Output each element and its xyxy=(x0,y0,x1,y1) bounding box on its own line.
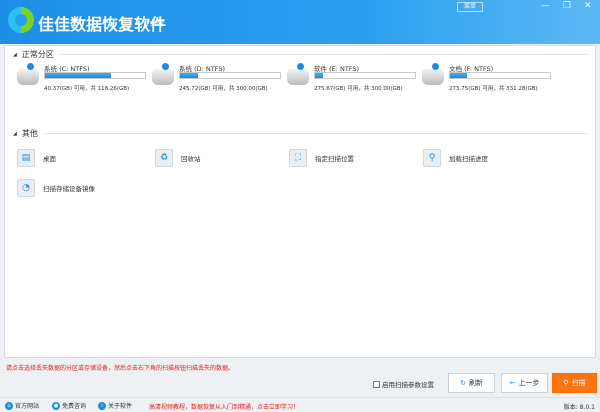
title-bar: 佳佳数据恢复软件 专业版 菜单 — ❐ ✕ xyxy=(0,0,600,44)
drive-item[interactable]: 文档 (F: NTFS) 273.75(GB) 可用，共 331.28(GB) xyxy=(422,63,552,97)
partitions-header[interactable]: ◢ 正常分区 xyxy=(13,49,588,60)
search-icon: ⚲ xyxy=(563,379,569,387)
tutorial-promo-link[interactable]: 高清视频教程，数据恢复从入门到精通，点击立即学习！ xyxy=(149,402,299,411)
version-label: 版本: 8.0.1 xyxy=(563,404,595,411)
arrow-left-icon: ← xyxy=(509,379,516,387)
other-item[interactable]: ♻ 回收站 xyxy=(155,149,201,167)
disk-image-icon: ◔ xyxy=(17,179,35,197)
recycle-bin-icon: ♻ xyxy=(155,149,173,167)
drive-capacity: 273.75(GB) 可用，共 331.28(GB) xyxy=(449,86,538,92)
close-button[interactable]: ✕ xyxy=(584,1,592,11)
menu-button[interactable]: 菜单 xyxy=(457,2,483,12)
collapse-triangle-icon: ◢ xyxy=(13,51,17,58)
app-logo-icon xyxy=(8,7,34,33)
refresh-button[interactable]: ↻ 刷新 xyxy=(448,373,495,393)
drive-item[interactable]: 系统 (D: NTFS) 245.72(GB) 可用，共 300.00(GB) xyxy=(152,63,282,97)
other-item[interactable]: ⚲ 加载扫描进度 xyxy=(423,149,488,167)
about-link[interactable]: i 关于软件 xyxy=(98,401,132,410)
drive-usage-bar xyxy=(314,72,416,79)
drive-capacity: 40.37(GB) 可用，共 118.26(GB) xyxy=(44,86,130,92)
folder-scan-icon: ⛶ xyxy=(289,149,307,167)
footer: ⌂ 官方网站 ● 免费咨询 i 关于软件 高清视频教程，数据恢复从入门到精通，点击立即… xyxy=(0,397,600,412)
drive-item[interactable]: 系统 (C: NTFS) 40.37(GB) 可用，共 118.26(GB) xyxy=(17,63,147,97)
advanced-settings-checkbox[interactable]: 启用扫描参数设置 xyxy=(373,379,434,389)
official-site-link[interactable]: ⌂ 官方网站 xyxy=(5,401,39,410)
hard-drive-icon xyxy=(422,63,444,85)
info-icon: i xyxy=(98,401,106,410)
chat-icon: ● xyxy=(52,401,60,410)
others-header[interactable]: ◢ 其他 xyxy=(13,128,588,139)
load-progress-icon: ⚲ xyxy=(423,149,441,167)
refresh-icon: ↻ xyxy=(460,379,466,387)
back-button[interactable]: ← 上一步 xyxy=(501,373,548,393)
minimize-button[interactable]: — xyxy=(541,1,550,11)
drive-item[interactable]: 软件 (E: NTFS) 275.67(GB) 可用，共 300.00(GB) xyxy=(287,63,417,97)
other-item[interactable]: ◔ 扫描存储设备镜像 xyxy=(17,179,95,197)
drive-capacity: 245.72(GB) 可用，共 300.00(GB) xyxy=(179,86,268,92)
hard-drive-icon xyxy=(17,63,39,85)
drive-usage-bar xyxy=(44,72,146,79)
drive-capacity: 275.67(GB) 可用，共 300.00(GB) xyxy=(314,86,403,92)
drive-usage-bar xyxy=(449,72,551,79)
restore-button[interactable]: ❐ xyxy=(563,1,571,11)
drive-usage-bar xyxy=(179,72,281,79)
scan-button[interactable]: ⚲ 扫描 xyxy=(552,373,597,393)
other-item[interactable]: ⛶ 指定扫描位置 xyxy=(289,149,354,167)
hard-drive-icon xyxy=(287,63,309,85)
home-icon: ⌂ xyxy=(5,401,13,410)
free-consult-link[interactable]: ● 免费咨询 xyxy=(52,401,86,410)
collapse-triangle-icon: ◢ xyxy=(13,130,17,137)
app-edition: 专业版 xyxy=(143,19,164,27)
main-panel: ◢ 正常分区 系统 (C: NTFS) 40.37(GB) 可用，共 118.26… xyxy=(4,45,596,358)
desktop-icon: ▤ xyxy=(17,149,35,167)
other-item[interactable]: ▤ 桌面 xyxy=(17,149,56,167)
hard-drive-icon xyxy=(152,63,174,85)
hint-text: 请点击选择丢失数据的分区或存储设备，然后点击右下角的扫描按钮扫描丢失的数据。 xyxy=(6,365,235,372)
